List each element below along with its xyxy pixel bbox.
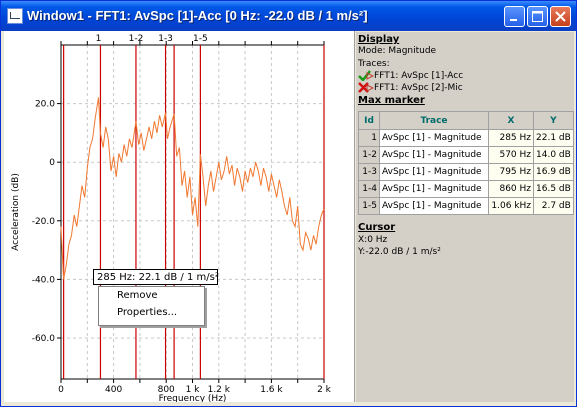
marker-id: 1-3 [358, 163, 380, 181]
menu-item-remove[interactable]: Remove [117, 290, 158, 301]
marker-trace: AvSpc [1] - Magnitude [379, 180, 489, 198]
maximize-icon [532, 11, 543, 22]
marker-y: 16.5 dB [533, 180, 574, 198]
column-header-id[interactable]: Id [358, 111, 380, 130]
y-tick-label: -60.0 [32, 334, 56, 344]
spectrum-chart[interactable]: 1 1-2 1-3 1-50 400 800 1 k 1.2 k 1.6 k2 k20.00-2… [4, 31, 354, 402]
x-tick-label: 1.6 k [260, 385, 283, 395]
trace-item-acc[interactable]: FFT1: AvSpc [1]-Acc [358, 70, 464, 82]
marker-trace: AvSpc [1] - Magnitude [379, 146, 489, 164]
marker-label: 1-2 [129, 34, 144, 44]
table-row[interactable]: 1-4 AvSpc [1] - Magnitude 860 Hz 16.5 dB [358, 180, 574, 198]
traces-label: Traces: [358, 59, 390, 69]
marker-tooltip: 285 Hz: 22.1 dB / 1 m/s² [93, 269, 219, 285]
column-header-x[interactable]: X [488, 111, 534, 130]
menu-item-properties[interactable]: Properties... [117, 307, 177, 318]
marker-y: 16.9 dB [533, 163, 574, 181]
marker-id: 1-2 [358, 146, 380, 164]
info-panel: Display Mode: Magnitude Traces: FFT1: Av… [356, 32, 574, 402]
context-menu: Remove Properties... [98, 286, 205, 326]
close-button[interactable] [550, 6, 571, 27]
column-header-y[interactable]: Y [533, 111, 574, 130]
cursor-x: X:0 Hz [358, 235, 388, 245]
x-tick-label: 400 [105, 385, 122, 395]
marker-x: 285 Hz [488, 129, 534, 147]
marker-y: 2.7 dB [533, 197, 574, 215]
y-tick-label: 0 [49, 158, 55, 168]
y-tick-label: -20.0 [32, 217, 56, 227]
marker-trace: AvSpc [1] - Magnitude [379, 129, 489, 147]
marker-label: 1-3 [158, 34, 173, 44]
marker-y: 22.1 dB [533, 129, 574, 147]
y-axis-label: Acceleration (dB) [11, 173, 21, 251]
plot-area[interactable]: 1 1-2 1-3 1-5 0 400 800 1 k 1.2 k 1.6 k2 k 20.0 0 -2… [4, 31, 355, 402]
y-tick-label: 20.0 [35, 100, 55, 110]
marker-id: 1-4 [358, 180, 380, 198]
display-mode: Mode: Magnitude [358, 46, 437, 56]
cross-icon [358, 82, 375, 93]
checkmark-icon [358, 70, 375, 82]
x-tick-label: 0 [58, 385, 64, 395]
trace-item-mic[interactable]: FFT1: AvSpc [2]-Mic [358, 82, 463, 93]
cursor-heading: Cursor [358, 222, 396, 233]
app-window: Window1 - FFT1: AvSpc [1]-Acc [0 Hz: -22… [0, 0, 577, 407]
x-axis-label: Frequency (Hz) [159, 394, 227, 402]
column-header-trace[interactable]: Trace [379, 111, 489, 130]
chart-app-icon [7, 8, 23, 24]
trace-name-acc: FFT1: AvSpc [1]-Acc [374, 71, 464, 81]
x-tick-label: 2 k [317, 385, 332, 395]
marker-id: 1-5 [358, 197, 380, 215]
max-marker-table: Id Trace X Y 1 AvSpc [1] - Magnitude 285… [358, 111, 574, 215]
close-icon [555, 11, 566, 22]
display-heading: Display [358, 34, 400, 45]
title-bar[interactable]: Window1 - FFT1: AvSpc [1]-Acc [0 Hz: -22… [1, 1, 576, 31]
cursor-y: Y:-22.0 dB / 1 m/s² [358, 247, 441, 257]
marker-x: 795 Hz [488, 163, 534, 181]
marker-id: 1 [358, 129, 380, 147]
table-row[interactable]: 1 AvSpc [1] - Magnitude 285 Hz 22.1 dB [358, 129, 574, 147]
marker-label: 1 [96, 34, 102, 44]
minimize-icon [510, 19, 517, 21]
marker-trace: AvSpc [1] - Magnitude [379, 197, 489, 215]
y-tick-label: -40.0 [32, 275, 56, 285]
minimize-button[interactable] [504, 6, 525, 27]
marker-trace: AvSpc [1] - Magnitude [379, 163, 489, 181]
marker-x: 860 Hz [488, 180, 534, 198]
marker-y: 14.0 dB [533, 146, 574, 164]
table-row[interactable]: 1-3 AvSpc [1] - Magnitude 795 Hz 16.9 dB [358, 163, 574, 181]
max-marker-heading: Max marker [358, 95, 425, 106]
marker-x: 1.06 kHz [488, 197, 534, 215]
window-title: Window1 - FFT1: AvSpc [1]-Acc [0 Hz: -22… [27, 8, 368, 23]
table-row[interactable]: 1-2 AvSpc [1] - Magnitude 570 Hz 14.0 dB [358, 146, 574, 164]
maximize-button[interactable] [527, 6, 548, 27]
marker-label: 1-5 [193, 34, 208, 44]
trace-name-mic: FFT1: AvSpc [2]-Mic [374, 83, 463, 93]
table-row[interactable]: 1-5 AvSpc [1] - Magnitude 1.06 kHz 2.7 d… [358, 197, 574, 215]
marker-x: 570 Hz [488, 146, 534, 164]
